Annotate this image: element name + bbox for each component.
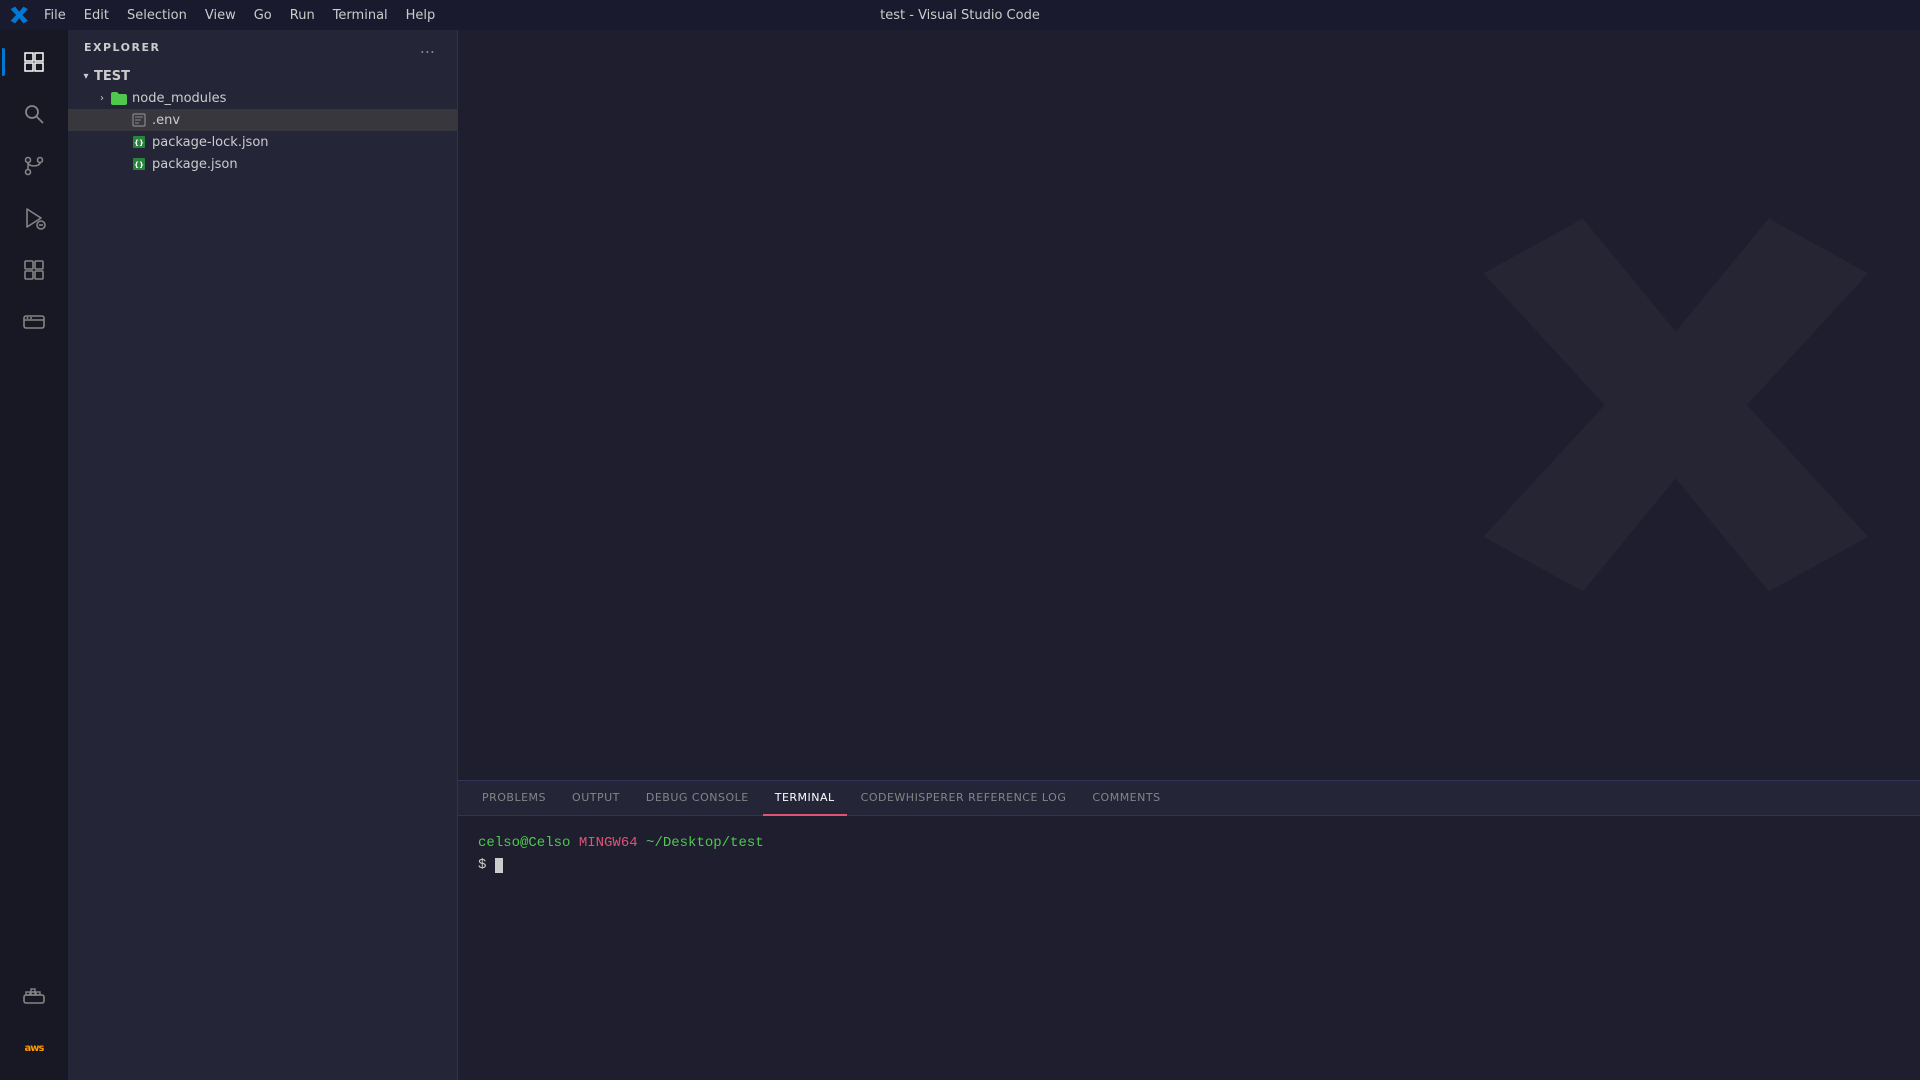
terminal-body[interactable]: celso@Celso MINGW64 ~/Desktop/test $ — [458, 816, 1920, 1080]
terminal-input-line[interactable]: $ — [478, 854, 1900, 876]
terminal-prompt-line: celso@Celso MINGW64 ~/Desktop/test — [478, 832, 1900, 854]
editor-main[interactable] — [458, 30, 1920, 780]
terminal-user: celso@Celso — [478, 835, 570, 851]
terminal-symbol: $ — [478, 857, 486, 873]
tab-output[interactable]: OUTPUT — [560, 781, 632, 816]
tree-item-node-modules[interactable]: › node_modules — [68, 87, 457, 109]
terminal-path: ~/Desktop/test — [646, 835, 764, 851]
file-tree: ▾ TEST › node_modules — [68, 65, 457, 1080]
sidebar-header: EXPLORER ... — [68, 30, 457, 65]
activity-remote-explorer[interactable] — [10, 298, 58, 346]
sidebar: EXPLORER ... ▾ TEST › node_modules — [68, 30, 458, 1080]
sidebar-title: EXPLORER — [84, 41, 160, 54]
editor-area: PROBLEMS OUTPUT DEBUG CONSOLE TERMINAL C… — [458, 30, 1920, 1080]
window-title: test - Visual Studio Code — [880, 8, 1040, 23]
tree-label-env: .env — [152, 113, 180, 128]
menu-selection[interactable]: Selection — [119, 6, 195, 25]
explorer-icon — [22, 50, 46, 74]
chevron-right-icon: › — [94, 90, 110, 106]
activity-run-debug[interactable] — [10, 194, 58, 242]
tree-label-package-lock: package-lock.json — [152, 135, 269, 150]
tree-item-env[interactable]: .env — [68, 109, 457, 131]
tab-codewhisperer[interactable]: CODEWHISPERER REFERENCE LOG — [849, 781, 1079, 816]
titlebar: File Edit Selection View Go Run Terminal… — [0, 0, 1920, 30]
activity-extensions[interactable] — [10, 246, 58, 294]
search-icon — [22, 102, 46, 126]
vscode-watermark — [1420, 30, 1920, 780]
tree-item-package-json[interactable]: {} package.json — [68, 153, 457, 175]
extensions-icon — [22, 258, 46, 282]
activity-search[interactable] — [10, 90, 58, 138]
tab-terminal[interactable]: TERMINAL — [763, 781, 847, 816]
panel-area: PROBLEMS OUTPUT DEBUG CONSOLE TERMINAL C… — [458, 780, 1920, 1080]
remote-explorer-icon — [22, 310, 46, 334]
menu-help[interactable]: Help — [398, 6, 444, 25]
tab-problems[interactable]: PROBLEMS — [470, 781, 558, 816]
svg-text:{}: {} — [134, 161, 144, 169]
activity-docker[interactable] — [10, 972, 58, 1020]
tree-label-node-modules: node_modules — [132, 91, 226, 106]
tree-folder-root[interactable]: ▾ TEST — [68, 65, 457, 87]
run-debug-icon — [22, 206, 46, 230]
tab-debug-console[interactable]: DEBUG CONSOLE — [634, 781, 761, 816]
vscode-icon — [10, 6, 28, 24]
tree-label-package-json: package.json — [152, 157, 238, 172]
source-control-icon — [22, 154, 46, 178]
env-file-icon — [130, 111, 148, 129]
menu-run[interactable]: Run — [282, 6, 323, 25]
menu-terminal[interactable]: Terminal — [325, 6, 396, 25]
activity-explorer[interactable] — [10, 38, 58, 86]
terminal-cursor — [495, 858, 503, 873]
svg-text:{}: {} — [134, 139, 144, 147]
activity-aws[interactable]: aws — [10, 1024, 58, 1072]
root-folder-label: TEST — [94, 69, 130, 84]
json-file-icon-2: {} — [130, 155, 148, 173]
chevron-down-icon: ▾ — [78, 68, 94, 84]
aws-label: aws — [25, 1043, 44, 1054]
folder-green-icon — [110, 89, 128, 107]
menu-view[interactable]: View — [197, 6, 244, 25]
sidebar-more-button[interactable]: ... — [414, 36, 441, 59]
panel-tabs: PROBLEMS OUTPUT DEBUG CONSOLE TERMINAL C… — [458, 781, 1920, 816]
menu-go[interactable]: Go — [246, 6, 280, 25]
tab-comments[interactable]: COMMENTS — [1080, 781, 1172, 816]
menu-file[interactable]: File — [36, 6, 74, 25]
docker-icon — [22, 984, 46, 1008]
activity-bar: aws — [0, 30, 68, 1080]
menu-edit[interactable]: Edit — [76, 6, 117, 25]
activity-source-control[interactable] — [10, 142, 58, 190]
terminal-env: MINGW64 — [579, 835, 638, 851]
json-file-icon-1: {} — [130, 133, 148, 151]
tree-item-package-lock[interactable]: {} package-lock.json — [68, 131, 457, 153]
